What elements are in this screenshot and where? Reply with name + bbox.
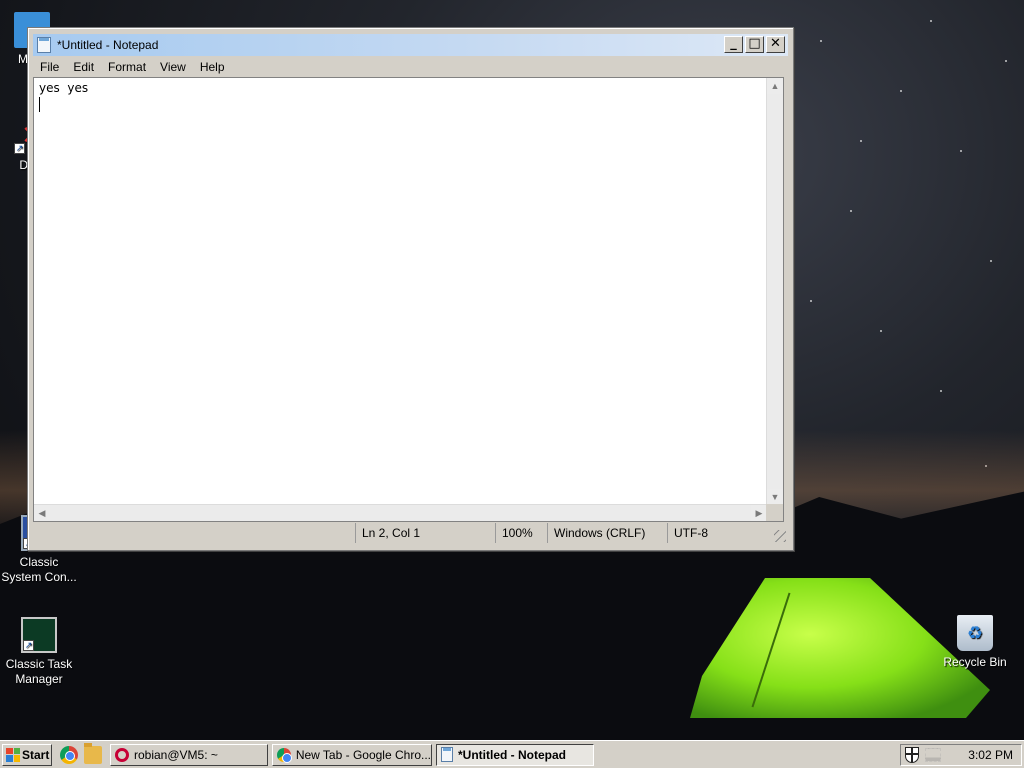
chrome-quicklaunch-icon[interactable] [60, 745, 78, 764]
chrome-icon [277, 747, 292, 763]
status-zoom: 100% [495, 523, 547, 543]
clock[interactable]: 3:02 PM [968, 748, 1013, 762]
resize-grip-icon[interactable] [774, 530, 786, 542]
system-tray: 3:02 PM [900, 744, 1022, 766]
desktop-icon-recycle-bin[interactable]: ♻ Recycle Bin [937, 615, 1013, 670]
notepad-icon [441, 747, 453, 762]
task-label: robian@VM5: ~ [134, 747, 218, 762]
scroll-left-icon[interactable]: ◀ [34, 505, 50, 521]
scroll-right-icon[interactable]: ▶ [751, 505, 767, 521]
recycle-bin-icon: ♻ [957, 615, 993, 651]
notepad-icon [37, 37, 51, 53]
maximize-button[interactable]: □ [745, 36, 764, 53]
start-button[interactable]: Start [2, 743, 52, 766]
window-controls: _ □ ✕ [724, 36, 785, 53]
menu-help[interactable]: Help [193, 60, 232, 74]
task-label: New Tab - Google Chro... [295, 747, 431, 762]
security-shield-icon[interactable] [905, 747, 919, 763]
menu-format[interactable]: Format [101, 60, 153, 74]
menu-view[interactable]: View [153, 60, 193, 74]
minimize-button[interactable]: _ [724, 36, 743, 53]
debian-icon [115, 747, 129, 762]
shortcut-arrow-icon: ↗ [23, 640, 34, 651]
horizontal-scrollbar[interactable]: ◀ ▶ [34, 504, 767, 521]
task-button-notepad[interactable]: *Untitled - Notepad [436, 743, 594, 766]
scroll-up-icon[interactable]: ▲ [767, 78, 783, 94]
status-blank [33, 523, 355, 544]
file-explorer-quicklaunch-icon[interactable] [84, 742, 102, 764]
desktop-icon-label: Recycle Bin [943, 655, 1007, 669]
task-button-chrome[interactable]: New Tab - Google Chro... [272, 743, 432, 766]
scrollbar-corner [766, 504, 783, 521]
shortcut-arrow-icon: ↗ [14, 143, 25, 154]
scroll-down-icon[interactable]: ▼ [767, 489, 783, 505]
window-title: *Untitled - Notepad [57, 38, 159, 52]
title-bar[interactable]: *Untitled - Notepad _ □ ✕ [33, 34, 788, 56]
menu-bar: File Edit Format View Help [33, 57, 788, 76]
desktop-icon-classic-task-manager[interactable]: ↗ Classic Task Manager [1, 617, 77, 687]
status-line-ending: Windows (CRLF) [547, 523, 667, 543]
menu-file[interactable]: File [33, 60, 66, 74]
network-icon[interactable] [925, 748, 941, 762]
taskbar: Start robian@VM5: ~ New Tab - Google Chr… [0, 740, 1024, 768]
text-caret [39, 97, 40, 112]
task-manager-icon: ↗ [21, 617, 57, 653]
text-editor[interactable]: yes yes ▲ ▼ ◀ ▶ [33, 77, 784, 522]
editor-content[interactable]: yes yes [39, 80, 88, 96]
desktop-icon-label: Classic Task Manager [5, 657, 73, 686]
status-bar: Ln 2, Col 1 100% Windows (CRLF) UTF-8 [33, 523, 788, 544]
start-label: Start [22, 747, 50, 762]
windows-logo-icon [6, 747, 20, 762]
menu-edit[interactable]: Edit [66, 60, 101, 74]
desktop-icon-label: Classic System Con... [1, 555, 77, 584]
task-label: *Untitled - Notepad [458, 747, 566, 762]
status-encoding: UTF-8 [667, 523, 777, 543]
close-button[interactable]: ✕ [766, 36, 785, 53]
task-button-terminal[interactable]: robian@VM5: ~ [110, 743, 268, 766]
vertical-scrollbar[interactable]: ▲ ▼ [766, 78, 783, 505]
status-cursor-position: Ln 2, Col 1 [355, 523, 495, 543]
notepad-window[interactable]: *Untitled - Notepad _ □ ✕ File Edit Form… [27, 27, 794, 551]
